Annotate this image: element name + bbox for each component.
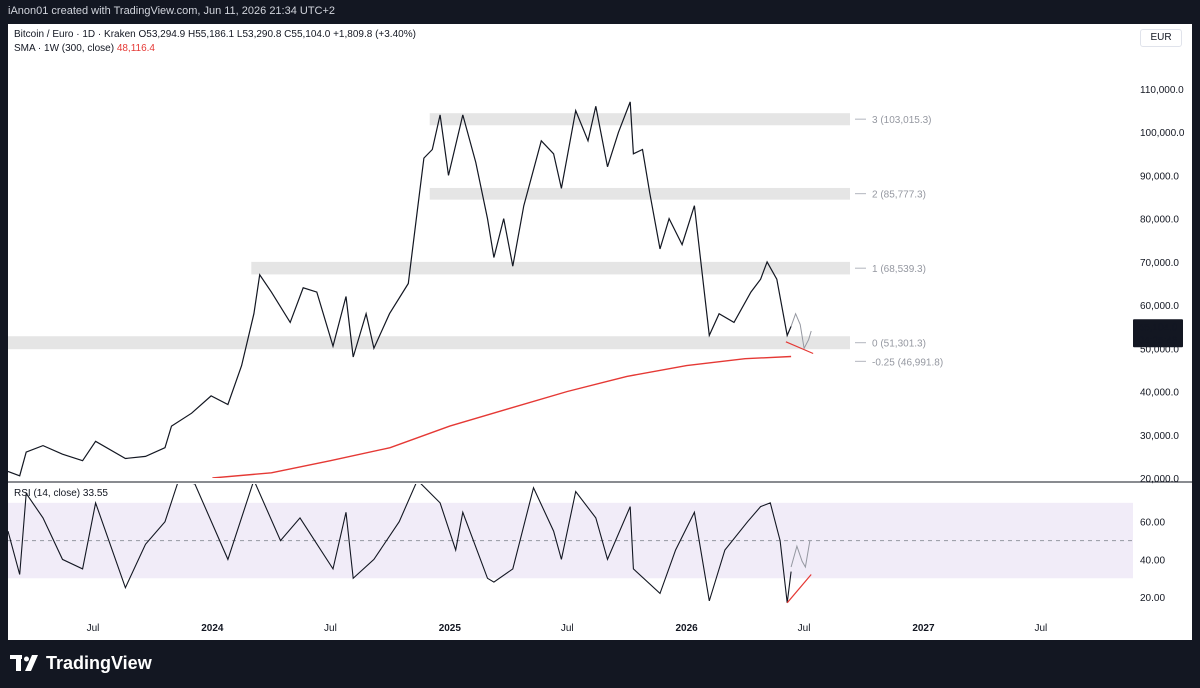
- fib-zone-3: [8, 336, 850, 350]
- x-tick-7: 2027: [912, 623, 935, 634]
- current-price-text: 55,104.0: [1139, 322, 1178, 333]
- price-y-tick-2: 90,000.0: [1140, 171, 1179, 182]
- x-tick-6: Jul: [798, 623, 811, 634]
- tradingview-brand[interactable]: TradingView: [10, 652, 152, 674]
- x-tick-1: 2024: [201, 623, 224, 634]
- rsi-trendline: [786, 574, 812, 604]
- rsi-y-tick-0: 60.00: [1140, 518, 1165, 529]
- price-y-tick-0: 110,000.0: [1140, 85, 1184, 96]
- fib-zone-2: [251, 261, 851, 275]
- fib-zone-1: [429, 187, 850, 200]
- sma-line: SMA · 1W (300, close): [14, 43, 115, 54]
- fib-level-label-3: 0 (51,301.3): [872, 339, 926, 350]
- fib-level-label-2: 1 (68,539.3): [872, 264, 926, 275]
- chart-svg[interactable]: 3 (103,015.3) 2 (85,777.3) 1 (68,539.3) 0 (…: [0, 0, 1200, 640]
- price-y-tick-1: 100,000.0: [1140, 128, 1185, 139]
- price-y-tick-8: 30,000.0: [1140, 431, 1179, 442]
- x-tick-5: 2026: [676, 623, 699, 634]
- price-y-tick-9: 20,000.0: [1140, 474, 1179, 485]
- sma-legend[interactable]: SMA · 1W (300, close) 48,116.4: [14, 43, 155, 54]
- countdown-text: 04:25:48: [1139, 335, 1178, 346]
- sma-value: 48,116.4: [116, 43, 155, 54]
- fib-zone-0: [429, 113, 850, 126]
- fib-level-label-1: 2 (85,777.3): [872, 190, 926, 201]
- footer-bar: TradingView: [0, 640, 1200, 688]
- price-series-line: [8, 101, 792, 477]
- rsi-legend[interactable]: RSI (14, close) 33.55: [14, 488, 108, 499]
- price-y-tick-3: 80,000.0: [1140, 215, 1179, 226]
- symbol-line: Bitcoin / Euro · 1D · Kraken O53,294.9 H…: [14, 29, 416, 40]
- tradingview-logo-icon: [10, 655, 38, 671]
- x-tick-8: Jul: [1034, 623, 1047, 634]
- rsi-line: RSI (14, close) 33.55: [14, 488, 108, 499]
- price-y-tick-7: 40,000.0: [1140, 388, 1179, 399]
- price-y-tick-5: 60,000.0: [1140, 301, 1179, 312]
- x-tick-0: Jul: [87, 623, 100, 634]
- fib-level-label-4: -0.25 (46,991.8): [872, 357, 943, 368]
- rsi-y-tick-1: 40.00: [1140, 555, 1165, 566]
- fib-level-label-0: 3 (103,015.3): [872, 115, 932, 126]
- x-tick-2: Jul: [324, 623, 337, 634]
- rsi-y-tick-2: 20.00: [1140, 593, 1165, 604]
- brand-name: TradingView: [46, 652, 152, 673]
- symbol-legend[interactable]: Bitcoin / Euro · 1D · Kraken O53,294.9 H…: [14, 29, 416, 40]
- price-plot: [8, 101, 814, 478]
- price-y-tick-4: 70,000.0: [1140, 258, 1179, 269]
- sma-series-line: [212, 355, 792, 478]
- x-tick-3: 2025: [439, 623, 462, 634]
- x-tick-4: Jul: [561, 623, 574, 634]
- currency-button[interactable]: EUR: [1140, 29, 1182, 47]
